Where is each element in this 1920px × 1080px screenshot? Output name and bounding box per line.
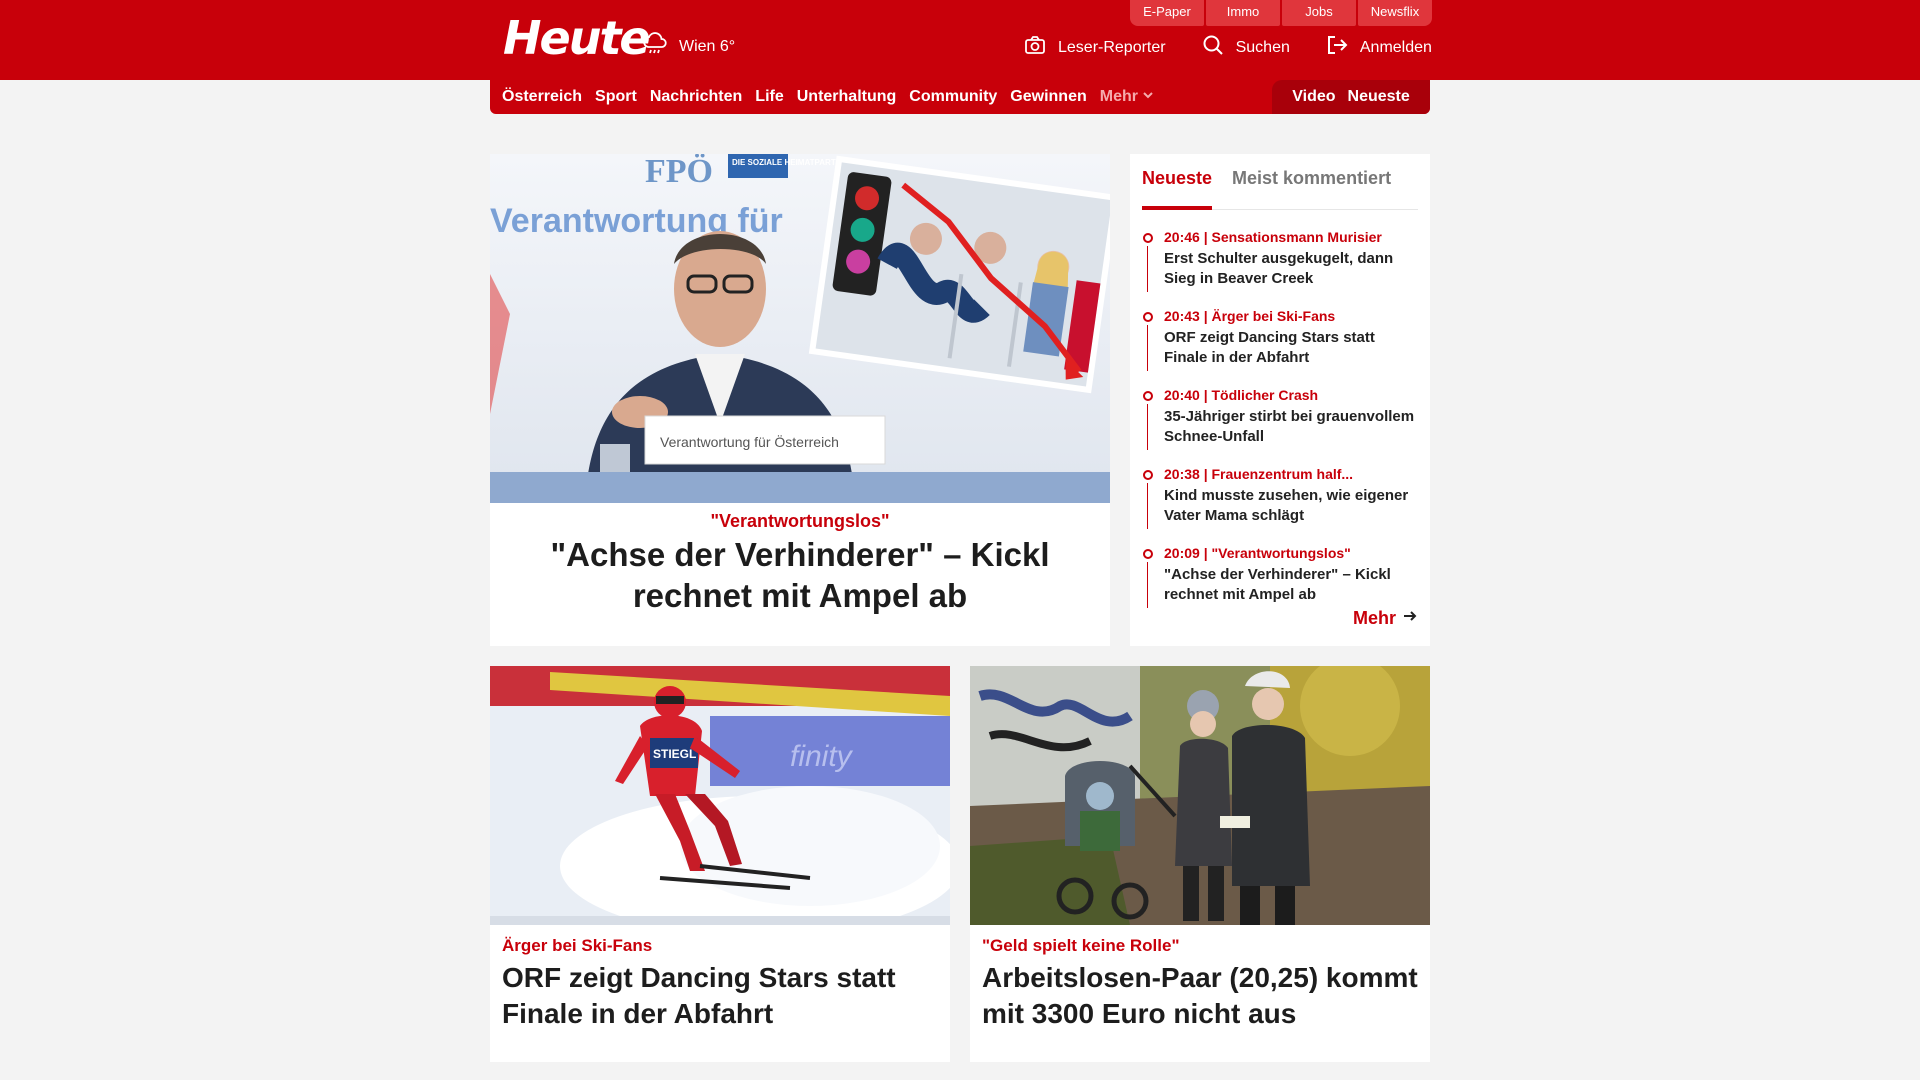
ticker-item-meta: 20:38 | Frauenzentrum half... — [1164, 466, 1354, 482]
ticker-item-meta: 20:09 | "Verantwortungslos" — [1164, 545, 1351, 561]
ticker-item-title[interactable]: "Achse der Verhinderer" – Kickl rechnet … — [1164, 565, 1418, 605]
news-ticker-sidebar: Neueste Meist kommentiert 20:46 | Sensat… — [1130, 154, 1430, 646]
login-label: Anmelden — [1359, 38, 1432, 56]
sidebar-tabs: Neueste Meist kommentiert — [1142, 164, 1418, 210]
svg-text:STIEGL: STIEGL — [653, 747, 696, 761]
search-icon — [1202, 34, 1224, 61]
service-tabs: E-Paper Immo Jobs Newsflix — [1130, 0, 1432, 26]
timeline-dot — [1143, 312, 1153, 322]
ticker-item-meta: 20:43 | Ärger bei Ski-Fans — [1164, 308, 1336, 324]
timeline-line — [1147, 483, 1148, 529]
svg-text:Verantwortung für: Verantwortung für — [490, 202, 783, 240]
site-logo[interactable]: Heute — [503, 13, 651, 63]
timeline-dot — [1143, 233, 1153, 243]
weather-label: Wien 6° — [679, 37, 736, 55]
ticker-item-meta: 20:40 | Tödlicher Crash — [1164, 387, 1319, 403]
ticker-item-title[interactable]: ORF zeigt Dancing Stars statt Finale in … — [1164, 328, 1418, 368]
nav-item-gewinnen[interactable]: Gewinnen — [1010, 88, 1086, 106]
ticker-item[interactable]: 20:09 | "Verantwortungslos" "Achse der V… — [1142, 530, 1418, 609]
ticker-item[interactable]: 20:40 | Tödlicher Crash 35-Jähriger stir… — [1142, 372, 1418, 451]
lead-story-headline[interactable]: "Achse der Verhinderer" – Kickl rechnet … — [490, 534, 1110, 616]
nav-sections: Österreich Sport Nachrichten Life Unterh… — [502, 80, 1154, 114]
arrow-right-icon — [1402, 608, 1418, 629]
timeline-dot — [1143, 391, 1153, 401]
ticker-item[interactable]: 20:38 | Frauenzentrum half... Kind musst… — [1142, 451, 1418, 530]
ticker-item-meta: 20:46 | Sensationsmann Murisier — [1164, 229, 1382, 245]
ticker-item[interactable]: 20:46 | Sensationsmann Murisier Erst Sch… — [1142, 214, 1418, 293]
camera-icon — [1024, 34, 1046, 61]
ticker-list: 20:46 | Sensationsmann Murisier Erst Sch… — [1142, 214, 1418, 609]
ticker-item-title[interactable]: Kind musste zusehen, wie eigener Vater M… — [1164, 486, 1418, 526]
timeline-line — [1147, 325, 1148, 371]
svg-text:DIE SOZIALE HEIMATPARTEI: DIE SOZIALE HEIMATPARTEI — [732, 158, 843, 167]
lead-story-image: FPÖ DIE SOZIALE HEIMATPARTEI Verantwortu… — [490, 154, 1110, 503]
tab-neueste[interactable]: Neueste — [1142, 164, 1213, 210]
nav-item-neueste[interactable]: Neueste — [1348, 88, 1410, 106]
sidebar-more-label: Mehr — [1352, 608, 1396, 628]
story-card-image — [970, 666, 1430, 925]
weather-rain-icon — [641, 30, 669, 63]
login-icon — [1326, 34, 1348, 61]
story-card[interactable]: "Geld spielt keine Rolle" Arbeitslosen-P… — [970, 666, 1430, 1062]
story-card-kicker: Ärger bei Ski-Fans — [502, 936, 653, 955]
timeline-dot — [1143, 470, 1153, 480]
main-nav: Österreich Sport Nachrichten Life Unterh… — [490, 80, 1430, 114]
nav-highlights: Video Neueste — [1272, 80, 1430, 114]
nav-item-life[interactable]: Life — [755, 88, 783, 106]
svg-text:Verantwortung für Österreich: Verantwortung für Österreich — [660, 433, 839, 450]
sidebar-more-link[interactable]: Mehr — [1353, 608, 1418, 629]
story-card[interactable]: finity STIEGL Ärger bei Ski-Fans ORF zei… — [490, 666, 950, 1062]
timeline-line — [1147, 562, 1148, 608]
story-card-image: finity STIEGL — [490, 666, 950, 925]
tab-epaper[interactable]: E-Paper — [1130, 0, 1204, 26]
leser-reporter-label: Leser-Reporter — [1058, 38, 1166, 56]
timeline-line — [1147, 246, 1148, 292]
story-card-headline[interactable]: ORF zeigt Dancing Stars statt Finale in … — [502, 960, 938, 1032]
tab-meist-kommentiert[interactable]: Meist kommentiert — [1232, 164, 1391, 209]
search-label: Suchen — [1235, 38, 1290, 56]
leser-reporter-button[interactable]: Leser-Reporter — [1024, 34, 1166, 61]
story-card-headline[interactable]: Arbeitslosen-Paar (20,25) kommt mit 3300… — [982, 960, 1418, 1032]
site-header — [0, 0, 1920, 80]
tab-jobs[interactable]: Jobs — [1282, 0, 1356, 26]
search-button[interactable]: Suchen — [1202, 34, 1290, 61]
login-button[interactable]: Anmelden — [1326, 34, 1432, 61]
nav-more-menu[interactable]: Mehr — [1100, 88, 1154, 106]
nav-item-video[interactable]: Video — [1292, 88, 1335, 106]
svg-text:finity: finity — [790, 740, 854, 773]
header-actions: Leser-Reporter Suchen Anmelden — [1024, 34, 1432, 61]
nav-item-community[interactable]: Community — [909, 88, 997, 106]
ticker-item-title[interactable]: 35-Jähriger stirbt bei grauenvollem Schn… — [1164, 407, 1418, 447]
tab-immo[interactable]: Immo — [1206, 0, 1280, 26]
nav-item-unterhaltung[interactable]: Unterhaltung — [797, 88, 897, 106]
lead-story[interactable]: FPÖ DIE SOZIALE HEIMATPARTEI Verantwortu… — [490, 154, 1110, 646]
chevron-down-icon — [1142, 88, 1154, 106]
nav-more-label: Mehr — [1099, 88, 1138, 105]
ticker-item-title[interactable]: Erst Schulter ausgekugelt, dann Sieg in … — [1164, 249, 1418, 289]
nav-item-oesterreich[interactable]: Österreich — [502, 88, 582, 106]
lead-story-kicker: "Verantwortungslos" — [710, 511, 890, 531]
timeline-dot — [1143, 549, 1153, 559]
ticker-item[interactable]: 20:43 | Ärger bei Ski-Fans ORF zeigt Dan… — [1142, 293, 1418, 372]
nav-item-sport[interactable]: Sport — [595, 88, 637, 106]
weather-widget[interactable]: Wien 6° — [641, 30, 735, 63]
timeline-line — [1147, 404, 1148, 450]
svg-text:FPÖ: FPÖ — [645, 154, 713, 190]
story-card-kicker: "Geld spielt keine Rolle" — [982, 936, 1180, 955]
tab-newsflix[interactable]: Newsflix — [1358, 0, 1432, 26]
nav-item-nachrichten[interactable]: Nachrichten — [650, 88, 742, 106]
